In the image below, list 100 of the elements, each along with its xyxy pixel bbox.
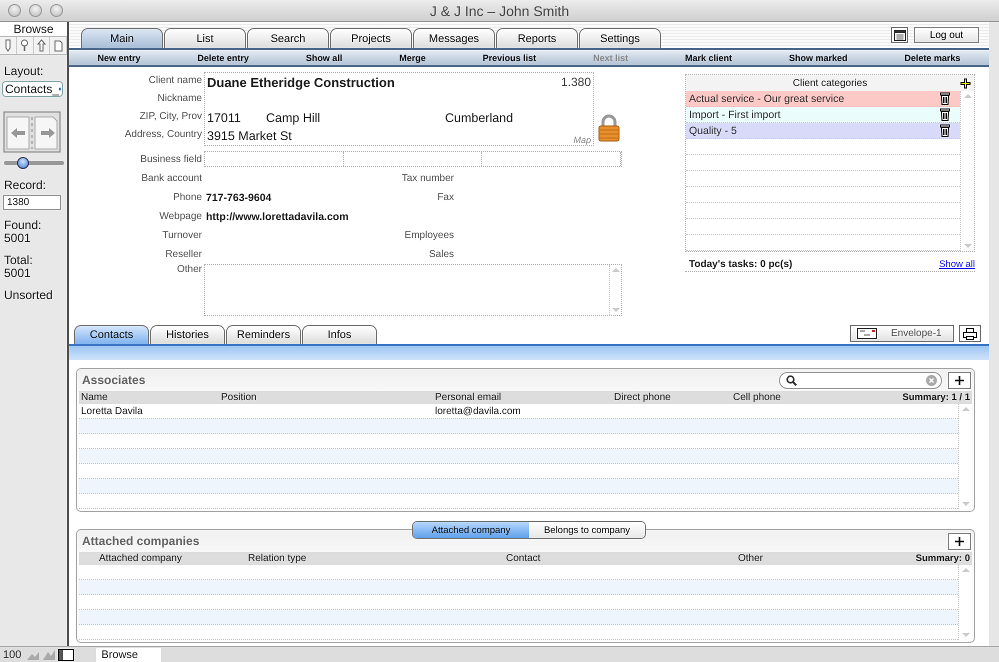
window-control-button[interactable]	[50, 4, 63, 17]
tab[interactable]: Reports	[496, 28, 578, 48]
category-row[interactable]: Actual service - Our great service	[686, 91, 960, 107]
notes-field[interactable]	[204, 264, 622, 316]
printer-icon	[963, 328, 977, 340]
table-row[interactable]	[79, 449, 958, 464]
action-button[interactable]: Show all	[306, 50, 342, 65]
scrollbar[interactable]	[958, 565, 972, 640]
category-row[interactable]: Quality - 5	[686, 123, 960, 139]
add-button[interactable]	[960, 78, 971, 89]
window-control-button[interactable]	[8, 4, 21, 17]
column-header[interactable]: Name	[81, 392, 221, 403]
tab[interactable]: Projects	[330, 28, 412, 48]
tab[interactable]: Contacts	[74, 325, 149, 344]
table-row[interactable]	[79, 625, 958, 640]
action-button[interactable]: Previous list	[482, 50, 536, 65]
window-control-button[interactable]	[29, 4, 42, 17]
tab[interactable]: Settings	[579, 28, 661, 48]
tab[interactable]: Infos	[302, 325, 377, 344]
tool-button[interactable]	[50, 37, 67, 54]
action-button[interactable]: Delete marks	[904, 50, 960, 65]
field-value[interactable]: 717-763-9604	[206, 192, 272, 204]
search-field[interactable]	[779, 372, 942, 388]
record-slider[interactable]	[4, 157, 64, 169]
field-label: Phone	[172, 192, 202, 203]
column-header[interactable]: Attached company	[99, 553, 248, 564]
pen-icon	[4, 39, 12, 52]
tab[interactable]: List	[164, 28, 246, 48]
field-label: Other	[176, 264, 202, 277]
category-row[interactable]: Import - First import	[686, 107, 960, 123]
add-button[interactable]	[948, 532, 971, 550]
address-value[interactable]: 3915 Market St	[207, 129, 292, 143]
column-header[interactable]: Direct phone	[614, 392, 733, 403]
tool-button[interactable]	[0, 37, 17, 54]
field-label: Bank account	[140, 173, 202, 184]
trash-icon[interactable]	[940, 108, 950, 121]
tool-button[interactable]	[34, 37, 50, 54]
action-button[interactable]: Merge	[399, 50, 426, 65]
table-row[interactable]	[79, 419, 958, 434]
column-header[interactable]: Position	[221, 392, 435, 403]
field-value[interactable]: http://www.lorettadavila.com	[206, 210, 349, 222]
layout-popup[interactable]: Contacts_	[2, 81, 63, 97]
trash-icon[interactable]	[940, 124, 950, 137]
table-row[interactable]	[79, 610, 958, 625]
table-row[interactable]: Loretta Davila loretta@davila.com	[79, 404, 958, 419]
lock-icon[interactable]	[597, 114, 621, 142]
table-row[interactable]	[79, 595, 958, 610]
client-name[interactable]: Duane Etheridge Construction	[207, 74, 395, 90]
table-row[interactable]	[79, 580, 958, 595]
total-count: 5001	[4, 267, 31, 280]
table-row[interactable]	[79, 565, 958, 580]
tool-button[interactable]	[16, 37, 34, 54]
status-area-icon[interactable]	[58, 648, 74, 660]
tab[interactable]: Messages	[413, 28, 495, 48]
search-icon	[786, 374, 797, 386]
record-field[interactable]: 1380	[3, 195, 61, 210]
tab[interactable]: Histories	[150, 325, 225, 344]
print-button[interactable]	[959, 325, 981, 342]
action-button[interactable]: Show marked	[788, 50, 848, 65]
tasks-summary: Today's tasks: 0 pc(s)	[689, 259, 792, 270]
column-header[interactable]: Contact	[506, 553, 738, 564]
total-label: Total:	[4, 254, 33, 267]
city-value[interactable]: Camp Hill	[266, 111, 445, 125]
field-label: Webpage	[158, 211, 202, 222]
calendar-button[interactable]	[891, 27, 908, 43]
field-label: Tax number	[402, 173, 454, 184]
add-button[interactable]	[948, 372, 971, 388]
envelope-button[interactable]: Envelope-1	[850, 325, 954, 342]
scrollbar[interactable]	[960, 91, 974, 251]
map-link[interactable]: Map	[573, 135, 591, 145]
page-icon	[54, 40, 63, 52]
logout-button[interactable]: Log out	[914, 27, 979, 43]
action-button[interactable]: New entry	[97, 50, 140, 65]
table-row[interactable]	[79, 434, 958, 449]
scrollbar[interactable]	[609, 265, 621, 315]
column-header[interactable]: Cell phone	[733, 392, 902, 403]
tab[interactable]: Main	[81, 28, 163, 48]
table-row[interactable]	[79, 494, 958, 509]
segment-button[interactable]: Belongs to company	[529, 522, 645, 538]
column-header[interactable]: Other	[738, 553, 838, 564]
table-row[interactable]	[79, 464, 958, 479]
zip-value[interactable]: 17011	[207, 111, 266, 125]
tab[interactable]: Reminders	[226, 325, 301, 344]
segment-button[interactable]: Attached company	[413, 522, 529, 538]
book-icon[interactable]	[3, 111, 61, 153]
trash-icon[interactable]	[940, 92, 950, 105]
mode-popup[interactable]: Browse	[96, 648, 162, 662]
action-button[interactable]: Delete entry	[197, 50, 249, 65]
action-button[interactable]: Mark client	[685, 50, 732, 65]
summary-count: Summary: 1 / 1	[902, 392, 971, 403]
plus-icon	[955, 536, 964, 546]
field-label: Turnover	[161, 230, 202, 241]
table-row[interactable]	[79, 479, 958, 494]
province-value[interactable]: Cumberland	[445, 111, 514, 125]
clear-icon[interactable]	[926, 374, 937, 386]
show-all-link[interactable]: Show all	[939, 259, 975, 270]
scrollbar[interactable]	[958, 404, 972, 509]
column-header[interactable]: Relation type	[248, 553, 506, 564]
tab[interactable]: Search	[247, 28, 329, 48]
column-header[interactable]: Personal email	[435, 392, 614, 403]
